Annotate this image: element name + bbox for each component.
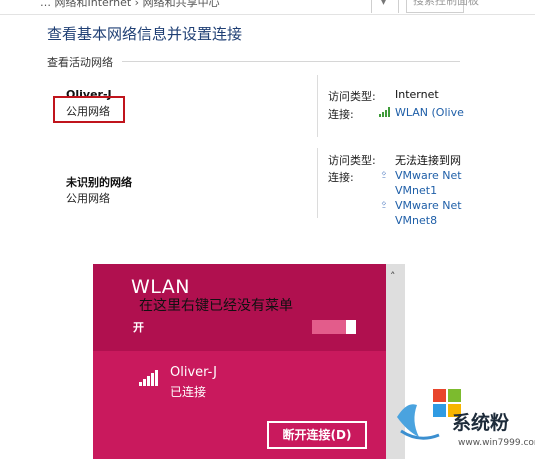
section-divider — [122, 61, 460, 62]
ethernet-adapter-icon: ⍚ — [381, 196, 388, 209]
disconnect-button[interactable]: 断开连接(D) — [267, 421, 367, 449]
connections-label: 连接: — [328, 108, 354, 121]
search-placeholder: 搜索控制面板 — [413, 0, 479, 7]
address-bar: … 网络和Internet › 网络和共享中心 ▾ 搜索控制面板 — [0, 0, 535, 15]
connection-link-wlan[interactable]: WLAN (Olive — [395, 106, 464, 119]
wifi-signal-icon — [379, 107, 391, 117]
watermark-brand: 系统粉 — [452, 412, 510, 434]
highlight-box — [53, 96, 125, 123]
scroll-up-icon[interactable]: ˄ — [390, 270, 396, 283]
network-name: 未识别的网络 — [66, 176, 132, 189]
address-bar-divider — [398, 0, 399, 13]
section-label: 查看活动网络 — [47, 56, 113, 69]
column-divider — [317, 148, 318, 218]
network-status: 已连接 — [170, 385, 207, 399]
connection-link-vmnet1-sub[interactable]: VMnet1 — [395, 184, 437, 197]
page-title: 查看基本网络信息并设置连接 — [47, 25, 243, 43]
access-type-value: Internet — [395, 88, 439, 101]
search-input[interactable]: 搜索控制面板 — [406, 0, 479, 13]
breadcrumb[interactable]: … 网络和Internet › 网络和共享中心 — [40, 0, 220, 10]
wifi-signal-icon — [139, 370, 158, 386]
chevron-down-icon[interactable]: ▾ — [381, 0, 386, 8]
toggle-label: 开 — [133, 321, 144, 334]
access-type-label: 访问类型: — [328, 154, 376, 167]
access-type-value: 无法连接到网 — [395, 154, 461, 167]
address-bar-divider — [371, 0, 372, 13]
wlan-toggle[interactable] — [312, 320, 356, 334]
connections-label: 连接: — [328, 171, 354, 184]
network-ssid[interactable]: Oliver-J — [170, 365, 217, 380]
toggle-knob[interactable] — [346, 320, 356, 334]
network-type-link[interactable]: 公用网络 — [66, 190, 110, 206]
connection-link-vmnet8-sub[interactable]: VMnet8 — [395, 214, 437, 227]
access-type-label: 访问类型: — [328, 90, 376, 103]
ethernet-adapter-icon: ⍚ — [381, 166, 388, 179]
wlan-flyout: WLAN 在这里右键已经没有菜单 开 ˄ Oliver-J 已连接 断开连接(D… — [93, 264, 405, 459]
annotation-text: 在这里右键已经没有菜单 — [139, 298, 293, 314]
connection-link-vmnet8[interactable]: VMware Net — [395, 199, 462, 212]
watermark-url: www.win7999.com — [458, 438, 535, 448]
flyout-header: WLAN 在这里右键已经没有菜单 开 — [93, 264, 386, 351]
column-divider — [317, 75, 318, 137]
connection-link-vmnet1[interactable]: VMware Net — [395, 169, 462, 182]
